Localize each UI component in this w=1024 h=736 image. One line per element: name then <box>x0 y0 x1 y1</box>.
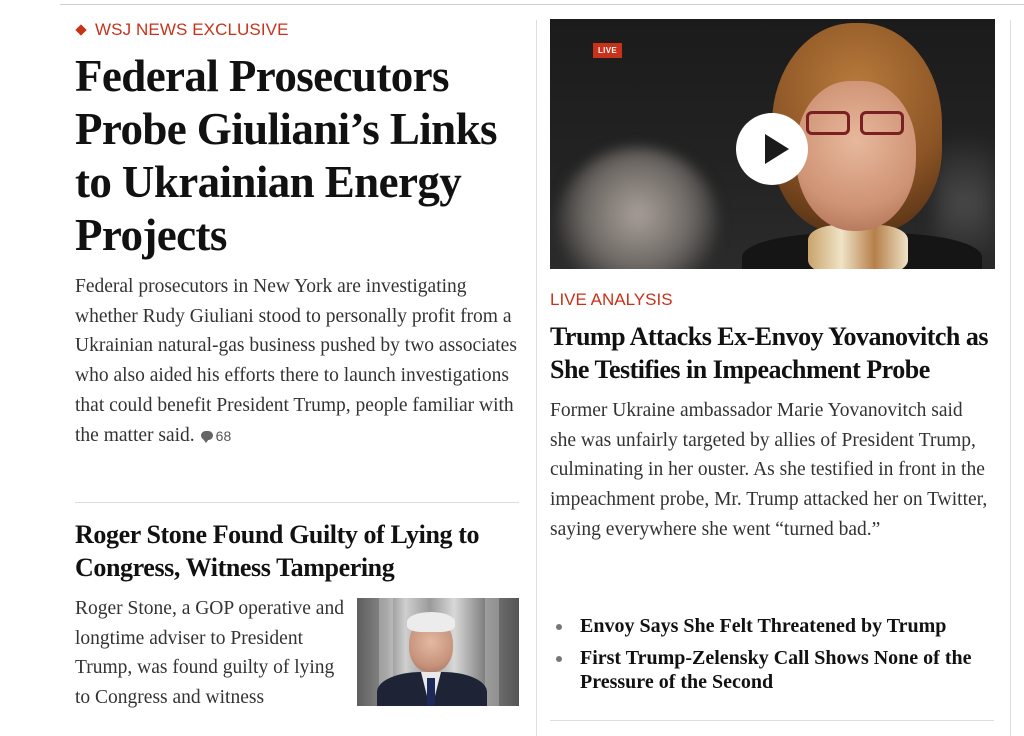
column-divider <box>536 20 537 736</box>
related-links: Envoy Says She Felt Threatened by Trump … <box>556 614 996 702</box>
lead-flashline[interactable]: WSJ NEWS EXCLUSIVE <box>75 18 521 42</box>
story3-headline[interactable]: Trump Attacks Ex-Envoy Yovanovitch as Sh… <box>550 320 1002 386</box>
video-subject-scarf <box>808 225 908 269</box>
glasses-lens-right <box>860 111 904 135</box>
lead-flashline-label: WSJ NEWS EXCLUSIVE <box>95 20 289 39</box>
story3-headline-link[interactable]: Trump Attacks Ex-Envoy Yovanovitch as Sh… <box>550 322 989 384</box>
top-rule <box>60 4 1024 5</box>
glasses-lens-left <box>806 111 850 135</box>
comment-count-value: 68 <box>215 427 232 444</box>
related-link[interactable]: Envoy Says She Felt Threatened by Trump <box>556 614 996 638</box>
story2-summary: Roger Stone, a GOP operative and longtim… <box>75 598 344 709</box>
related-link[interactable]: First Trump-Zelensky Call Shows None of … <box>556 646 996 694</box>
video-subject-face <box>796 81 916 231</box>
live-badge: LIVE <box>593 43 622 58</box>
lead-headline[interactable]: Federal Prosecutors Probe Giuliani’s Lin… <box>75 50 521 262</box>
play-button[interactable] <box>736 113 808 185</box>
lead-headline-link[interactable]: Federal Prosecutors Probe Giuliani’s Lin… <box>75 51 498 260</box>
photo-hair <box>407 612 455 632</box>
story3-flashline[interactable]: LIVE ANALYSIS <box>550 290 673 310</box>
story2-headline-link[interactable]: Roger Stone Found Guilty of Lying to Con… <box>75 520 479 582</box>
diamond-icon <box>75 24 87 36</box>
story2-headline[interactable]: Roger Stone Found Guilty of Lying to Con… <box>75 518 525 584</box>
bullet-icon <box>556 624 562 630</box>
play-icon <box>765 134 789 164</box>
comment-count[interactable]: 68 <box>195 427 232 444</box>
photo-pillar <box>485 598 499 706</box>
video-background-figure <box>558 147 718 269</box>
story2-photo[interactable] <box>357 598 519 706</box>
related-link-text[interactable]: First Trump-Zelensky Call Shows None of … <box>580 647 972 693</box>
related-link-text[interactable]: Envoy Says She Felt Threatened by Trump <box>580 615 946 637</box>
lead-summary-text: Federal prosecutors in New York are inve… <box>75 276 517 446</box>
photo-tie <box>427 678 435 706</box>
lead-story: WSJ NEWS EXCLUSIVE Federal Prosecutors P… <box>75 18 521 451</box>
column-divider-right <box>1010 20 1011 736</box>
video-player[interactable]: LIVE <box>550 19 995 269</box>
lead-summary: Federal prosecutors in New York are inve… <box>75 272 521 451</box>
bullet-icon <box>556 656 562 662</box>
story-separator <box>75 502 519 503</box>
comment-icon <box>200 431 213 444</box>
story-separator <box>550 720 994 721</box>
video-subject-glasses <box>800 111 910 137</box>
story3-summary: Former Ukraine ambassador Marie Yovanovi… <box>550 400 988 540</box>
